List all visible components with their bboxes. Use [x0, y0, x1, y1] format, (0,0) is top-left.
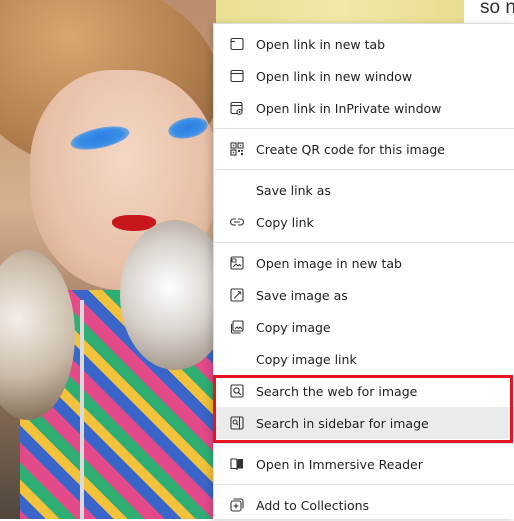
background-photo[interactable] [0, 0, 216, 519]
menu-item-label: Create QR code for this image [256, 141, 446, 157]
image-new-tab-icon [229, 255, 245, 271]
menu-item-label: Copy link [256, 214, 314, 230]
menu-item-label: Save link as [256, 182, 331, 198]
menu-separator [214, 242, 514, 243]
menu-separator [214, 169, 514, 170]
menu-item-open-in-immersive-reader[interactable]: Open in Immersive Reader [214, 448, 514, 480]
photo-zipper [80, 300, 84, 519]
menu-separator [214, 484, 514, 485]
menu-item-copy-image[interactable]: Copy image [214, 311, 514, 343]
menu-item-label: Copy image [256, 319, 331, 335]
menu-item-label: Open link in new tab [256, 36, 386, 52]
qr-code-icon [229, 141, 245, 157]
sidebar-search-icon [229, 415, 245, 431]
save-image-icon [229, 287, 245, 303]
menu-item-copy-link[interactable]: Copy link [214, 206, 514, 238]
new-tab-icon [229, 36, 245, 52]
menu-item-add-to-collections[interactable]: Add to Collections [214, 489, 514, 521]
context-menu: Open link in new tab Open link in new win… [213, 23, 514, 519]
new-window-icon [229, 68, 245, 84]
menu-separator [214, 128, 514, 129]
immersive-reader-icon [229, 456, 245, 472]
menu-item-open-link-in-inprivate-window[interactable]: Open link in InPrivate window [214, 92, 514, 124]
menu-item-label: Open in Immersive Reader [256, 456, 423, 472]
link-icon [229, 214, 245, 230]
menu-separator [214, 443, 514, 444]
menu-item-open-link-in-new-tab[interactable]: Open link in new tab [214, 28, 514, 60]
copy-image-icon [229, 319, 245, 335]
menu-item-copy-image-link[interactable]: Copy image link [214, 343, 514, 375]
menu-item-label: Save image as [256, 287, 348, 303]
visual-search-icon [229, 383, 245, 399]
menu-item-label: Add to Collections [256, 497, 370, 513]
menu-item-label: Copy image link [256, 351, 357, 367]
collections-icon [229, 497, 245, 513]
menu-item-open-link-in-new-window[interactable]: Open link in new window [214, 60, 514, 92]
menu-item-save-image-as[interactable]: Save image as [214, 279, 514, 311]
inprivate-window-icon [229, 100, 245, 116]
menu-item-create-qr-code-for-this-image[interactable]: Create QR code for this image [214, 133, 514, 165]
menu-item-label: Open image in new tab [256, 255, 402, 271]
menu-item-label: Search in sidebar for image [256, 415, 429, 431]
menu-item-save-link-as[interactable]: Save link as [214, 174, 514, 206]
page-corner-text: so n [480, 0, 514, 18]
menu-item-open-image-in-new-tab[interactable]: Open image in new tab [214, 247, 514, 279]
menu-item-label: Search the web for image [256, 383, 418, 399]
menu-item-label: Open link in InPrivate window [256, 100, 442, 116]
menu-item-label: Open link in new window [256, 68, 413, 84]
menu-item-search-the-web-for-image[interactable]: Search the web for image [214, 375, 514, 407]
menu-item-search-in-sidebar-for-image[interactable]: Search in sidebar for image [214, 407, 514, 439]
